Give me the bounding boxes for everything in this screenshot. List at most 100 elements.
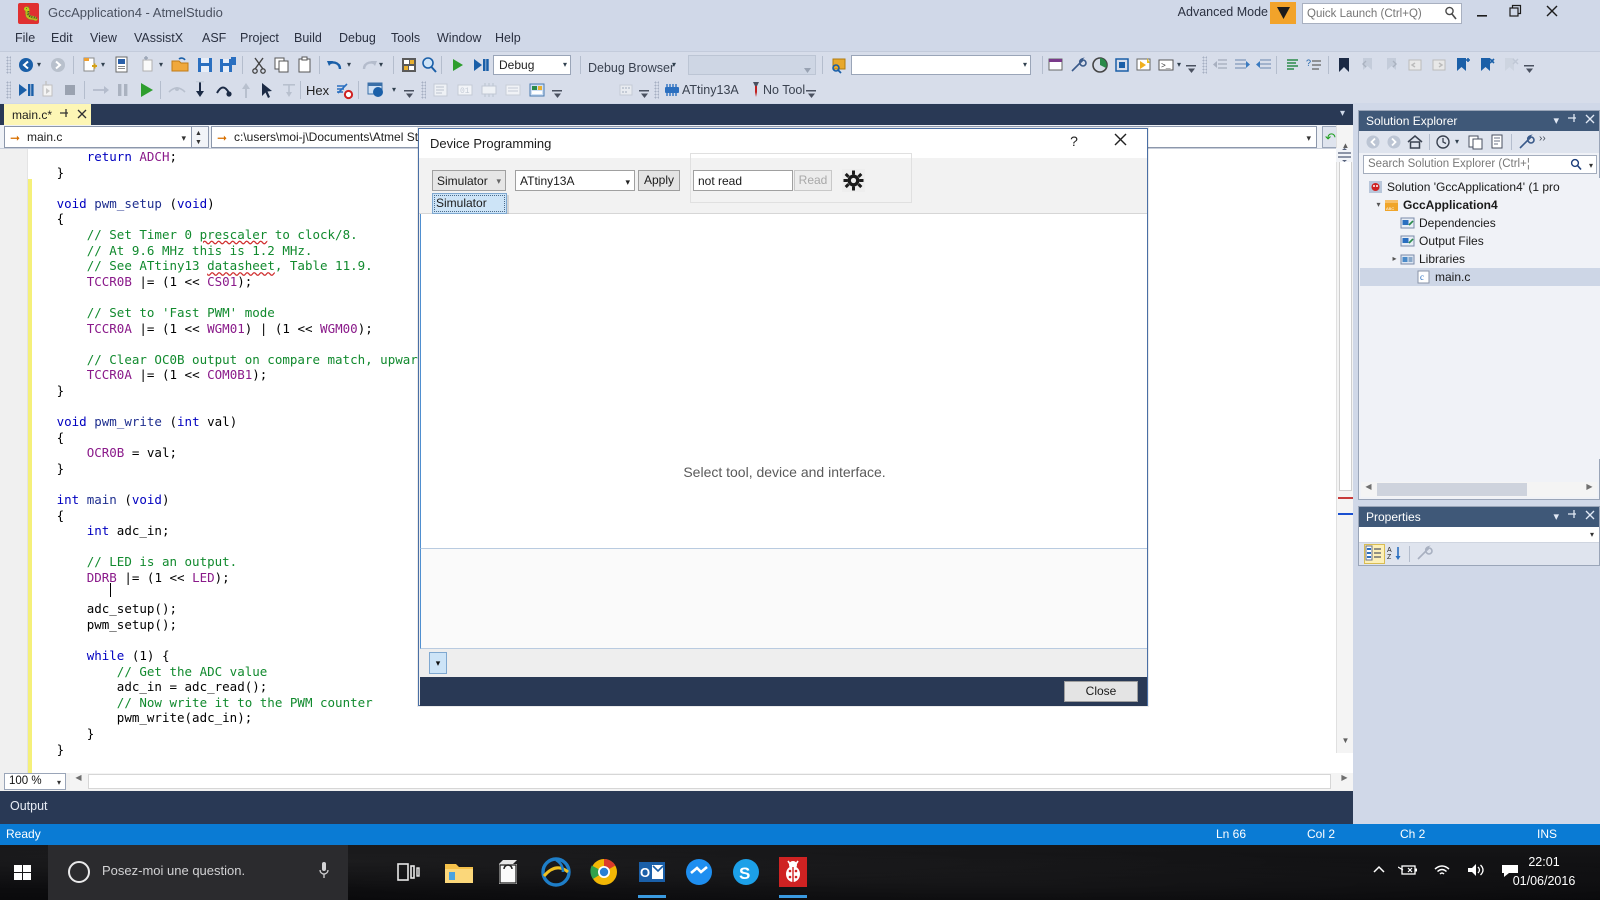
open-file-icon[interactable] (170, 55, 190, 75)
code-analysis-icon[interactable] (527, 80, 547, 100)
find-combo[interactable] (851, 55, 1031, 75)
redo-dropdown-icon[interactable]: ▾ (379, 61, 386, 69)
toolbar-overflow-icon-6[interactable] (806, 86, 818, 100)
menu-item-tools[interactable]: Tools (384, 28, 427, 50)
menu-item-asf[interactable]: ASF (195, 28, 233, 50)
tool-select-dropdown-list[interactable]: Simulator (432, 193, 507, 214)
toolbar-overflow-icon-2[interactable] (1524, 61, 1536, 75)
menu-item-project[interactable]: Project (233, 28, 286, 50)
device-select[interactable]: ATtiny13A ▾ (515, 170, 635, 191)
tab-list-dropdown-icon[interactable]: ▾ (1340, 108, 1345, 119)
navigation-spinner[interactable]: ▲ ▼ (191, 126, 209, 148)
toolbar-overflow-icon[interactable] (1186, 61, 1198, 75)
tool-option-simulator[interactable]: Simulator (436, 196, 487, 210)
add-bookmark-icon[interactable] (1452, 55, 1472, 75)
dock-dropdown-icon[interactable]: ▾ (1553, 114, 1559, 127)
show-all-files-icon[interactable] (1467, 133, 1486, 151)
hex-toggle-label[interactable]: Hex (306, 83, 329, 98)
search-icon[interactable] (1570, 158, 1582, 175)
solution-configuration-combo[interactable]: Debug (493, 55, 571, 75)
data-visualizer-icon[interactable] (1090, 55, 1110, 75)
show-hidden-icons-icon[interactable] (1372, 863, 1386, 879)
tree-item-solution-gccapplication4-1-pro[interactable]: Solution 'GccApplication4' (1 pro (1360, 178, 1600, 196)
editor-horizontal-scrollbar[interactable]: ◀ ▶ (70, 773, 1353, 790)
restore-button[interactable] (1502, 2, 1530, 24)
solution-explorer-icon[interactable] (399, 55, 419, 75)
find-dropdown-icon[interactable]: ▾ (1023, 61, 1030, 69)
solution-explorer-hscrollbar[interactable]: ◀ ▶ (1361, 482, 1597, 497)
horizontal-split-handle[interactable] (1336, 148, 1353, 162)
start-without-debugging-icon[interactable] (470, 55, 490, 75)
navigate-backward-dropdown-icon[interactable]: ▾ (37, 61, 44, 69)
advanced-mode-flag-icon[interactable] (1270, 2, 1296, 24)
properties-page-icon[interactable] (1489, 133, 1508, 151)
toolbar-grip[interactable] (6, 56, 11, 74)
scrollbar-thumb[interactable] (1339, 161, 1352, 491)
disable-all-breakpoints-icon[interactable] (334, 80, 354, 100)
pin-icon[interactable] (1567, 509, 1577, 523)
editor-vertical-scrollbar[interactable]: ▲ ▼ (1336, 125, 1353, 753)
pending-changes-icon[interactable] (1435, 133, 1454, 151)
chrome-icon[interactable] (587, 855, 621, 889)
menu-item-debug[interactable]: Debug (332, 28, 383, 50)
properties-object-combo[interactable]: ▾ (1359, 527, 1599, 543)
close-panel-icon[interactable] (1585, 510, 1595, 523)
asf-explorer-icon[interactable] (1134, 55, 1154, 75)
quick-launch-box[interactable] (1302, 3, 1462, 24)
asf-wizard-icon[interactable] (1112, 55, 1132, 75)
toolbar-overflow-icon-5[interactable] (639, 86, 651, 100)
find-icon[interactable] (419, 55, 439, 75)
dialog-close-icon[interactable] (1103, 133, 1137, 155)
new-item-dropdown-icon[interactable]: ▾ (159, 61, 166, 69)
help-button[interactable]: ? (1059, 133, 1089, 155)
command-prompt-dropdown-icon[interactable]: ▾ (1177, 61, 1184, 69)
battery-icon[interactable] (1397, 863, 1418, 880)
tree-twisty-icon[interactable]: ▾ (1373, 196, 1384, 214)
navigate-backward-icon[interactable] (16, 55, 36, 75)
scroll-down-button[interactable]: ▼ (1337, 736, 1354, 753)
tree-twisty-icon[interactable]: ▸ (1389, 250, 1400, 268)
skype-icon[interactable]: S (729, 855, 763, 889)
home-icon[interactable] (1406, 133, 1425, 151)
toolbar-grip-2[interactable] (1202, 56, 1207, 74)
zoom-level-combo[interactable]: 100 % ▾ (4, 773, 66, 790)
toolbar-grip-3[interactable] (6, 81, 11, 99)
debug-browser-value-combo[interactable] (688, 55, 816, 75)
target-device-label[interactable]: ATtiny13A (682, 83, 739, 97)
menu-item-vassistx[interactable]: VAssistX (127, 28, 190, 50)
atmel-studio-icon[interactable] (776, 855, 810, 898)
wrench-icon[interactable] (1517, 133, 1536, 151)
outlook-icon[interactable]: O (635, 855, 669, 898)
add-existing-item-icon[interactable] (112, 55, 132, 75)
menu-item-help[interactable]: Help (488, 28, 528, 50)
debug-browser-dropdown-icon[interactable]: ▾ (672, 61, 679, 69)
tab-main-c[interactable]: main.c* (4, 104, 92, 125)
gear-icon[interactable] (842, 169, 865, 192)
cortana-search-box[interactable]: Posez-moi une question. (48, 845, 348, 900)
scroll-left-button[interactable]: ◀ (1361, 482, 1376, 497)
tree-item-dependencies[interactable]: Dependencies (1360, 214, 1600, 232)
internet-explorer-icon[interactable] (539, 855, 573, 889)
solution-configuration-dropdown-icon[interactable]: ▾ (563, 61, 570, 69)
solution-explorer-overflow-icon[interactable]: ›› (1539, 133, 1558, 151)
menu-item-window[interactable]: Window (430, 28, 488, 50)
alphabetical-view-icon[interactable]: AZ (1387, 545, 1406, 563)
close-tab-icon[interactable] (77, 108, 87, 122)
copy-icon[interactable] (272, 55, 292, 75)
store-icon[interactable] (491, 855, 525, 889)
file-explorer-icon[interactable] (442, 855, 476, 889)
wifi-icon[interactable] (1432, 863, 1452, 880)
processor-view-icon[interactable] (365, 80, 391, 100)
menu-item-edit[interactable]: Edit (44, 28, 80, 50)
toolbar-grip-4[interactable] (421, 81, 426, 99)
close-panel-icon[interactable] (1585, 114, 1595, 127)
uncomment-icon[interactable]: ? (1304, 55, 1324, 75)
solution-explorer-search[interactable]: Search Solution Explorer (Ctrl+¦ ▾ (1363, 155, 1597, 174)
debug-browser-label[interactable]: Debug Browser (588, 61, 674, 75)
tree-item-gccapplication4[interactable]: ▾ ABC GccApplication4 (1360, 196, 1600, 214)
dock-dropdown-icon[interactable]: ▾ (1553, 510, 1559, 523)
remove-bookmark-icon[interactable] (1476, 55, 1496, 75)
device-signature-input[interactable]: not read (693, 170, 793, 191)
scroll-right-button[interactable]: ▶ (1336, 773, 1353, 790)
toolbar-overflow-icon-4[interactable] (552, 86, 564, 100)
